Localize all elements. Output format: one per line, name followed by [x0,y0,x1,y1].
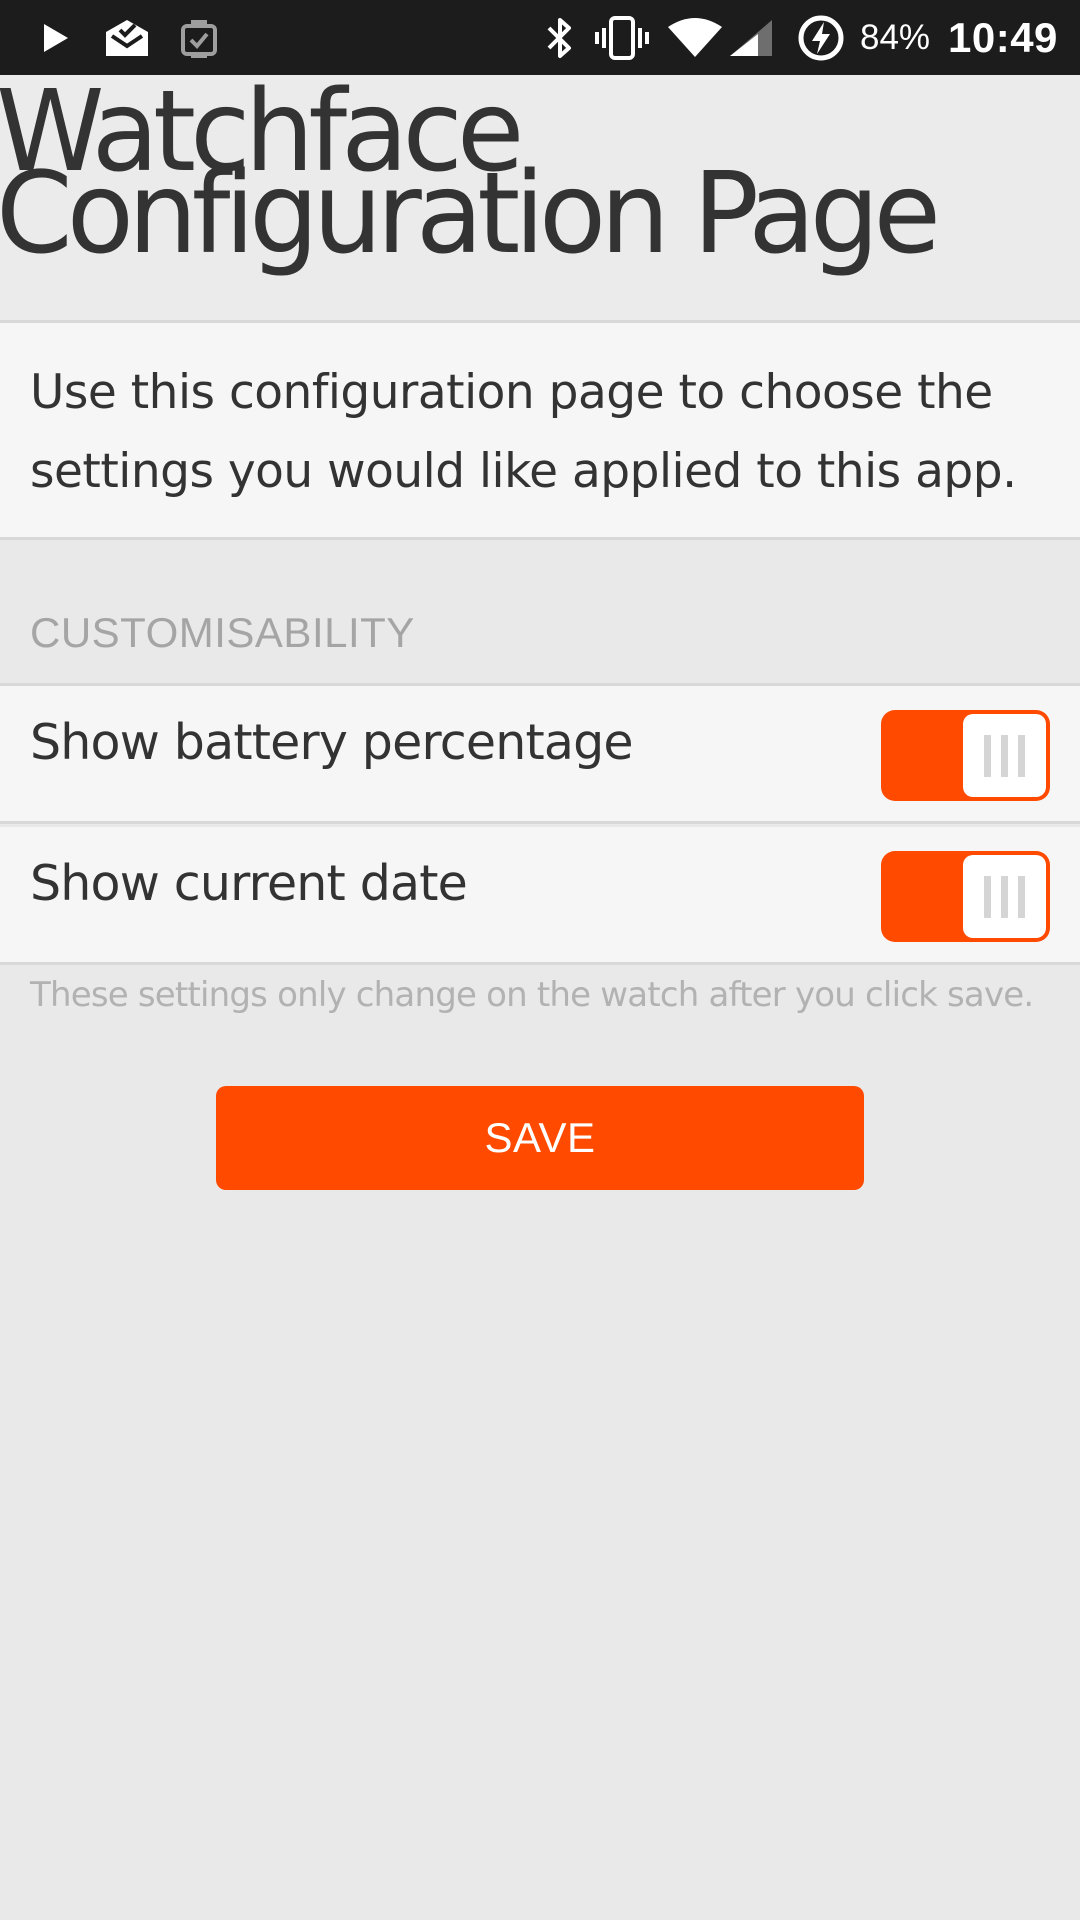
bluetooth-icon [540,0,580,75]
intro-card: Use this configuration page to choose th… [0,323,1080,540]
wifi-icon [666,0,724,75]
play-store-icon [36,0,76,75]
grip-icon [1018,734,1025,777]
setting-label-battery: Show battery percentage [30,714,634,771]
mail-icon [102,0,152,75]
save-note: These settings only change on the watch … [30,975,1034,1015]
clock: 10:49 [948,14,1058,61]
page-title: Watchface Configuration Page [0,67,941,279]
toggle-knob [963,855,1046,938]
setting-row-battery: Show battery percentage [0,686,1080,824]
battery-percentage: 84% [860,18,931,57]
grip-icon [984,734,991,777]
section-heading: CUSTOMISABILITY [30,609,415,656]
status-bar: 84% 10:49 [0,0,1080,75]
grip-icon [1001,875,1008,918]
battery-charging-icon [796,0,846,75]
page-header: Watchface Configuration Page [0,75,1080,323]
cell-signal-icon [728,0,774,75]
setting-label-date: Show current date [30,855,468,912]
intro-text: Use this configuration page to choose th… [30,365,1017,499]
grip-icon [1001,734,1008,777]
grip-icon [984,875,991,918]
vibrate-icon [594,0,650,75]
current-date-toggle[interactable] [881,851,1050,942]
watch-app-icon [176,0,222,75]
grip-icon [1018,875,1025,918]
setting-row-date: Show current date [0,827,1080,965]
toggle-knob [963,714,1046,797]
battery-percentage-toggle[interactable] [881,710,1050,801]
save-button[interactable]: SAVE [216,1086,864,1190]
